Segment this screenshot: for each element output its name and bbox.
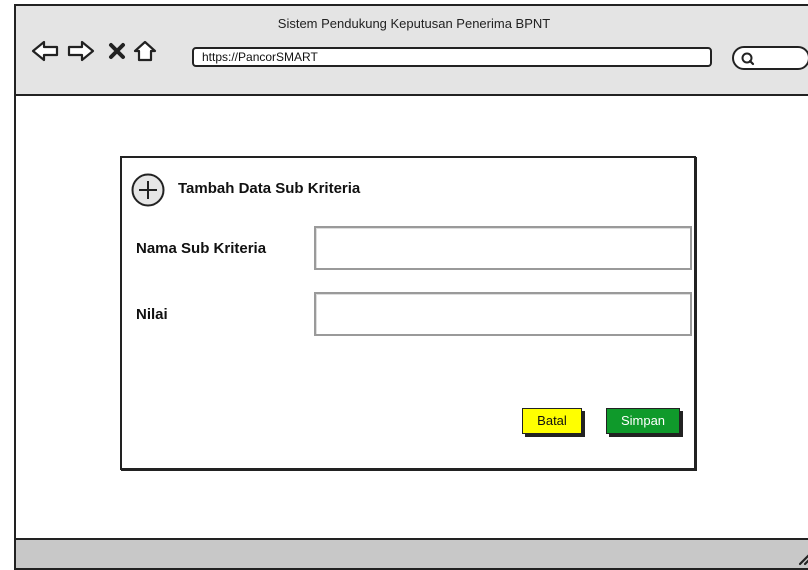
home-icon[interactable]	[128, 36, 162, 66]
forward-arrow-icon[interactable]	[64, 36, 98, 66]
cancel-button[interactable]: Batal	[522, 408, 582, 434]
add-circle-icon	[131, 173, 165, 207]
nama-sub-kriteria-label: Nama Sub Kriteria	[136, 240, 267, 257]
window-title: Sistem Pendukung Keputusan Penerima BPNT	[277, 16, 551, 31]
address-bar[interactable]: https://PancorSMART	[192, 47, 712, 67]
search-icon	[741, 52, 755, 66]
status-bar	[16, 538, 808, 568]
save-button[interactable]: Simpan	[606, 408, 680, 434]
nama-sub-kriteria-input[interactable]	[314, 226, 692, 270]
add-sub-criteria-dialog: Tambah Data Sub Kriteria Nama Sub Kriter…	[120, 156, 696, 470]
search-box[interactable]	[732, 46, 808, 70]
nilai-input[interactable]	[314, 292, 692, 336]
browser-chrome: Sistem Pendukung Keputusan Penerima BPNT…	[16, 6, 808, 96]
resize-handle-icon[interactable]	[794, 548, 808, 566]
nilai-label: Nilai	[136, 306, 168, 323]
browser-window: Sistem Pendukung Keputusan Penerima BPNT…	[14, 4, 808, 570]
dialog-title: Tambah Data Sub Kriteria	[178, 180, 361, 197]
back-arrow-icon[interactable]	[28, 36, 62, 66]
